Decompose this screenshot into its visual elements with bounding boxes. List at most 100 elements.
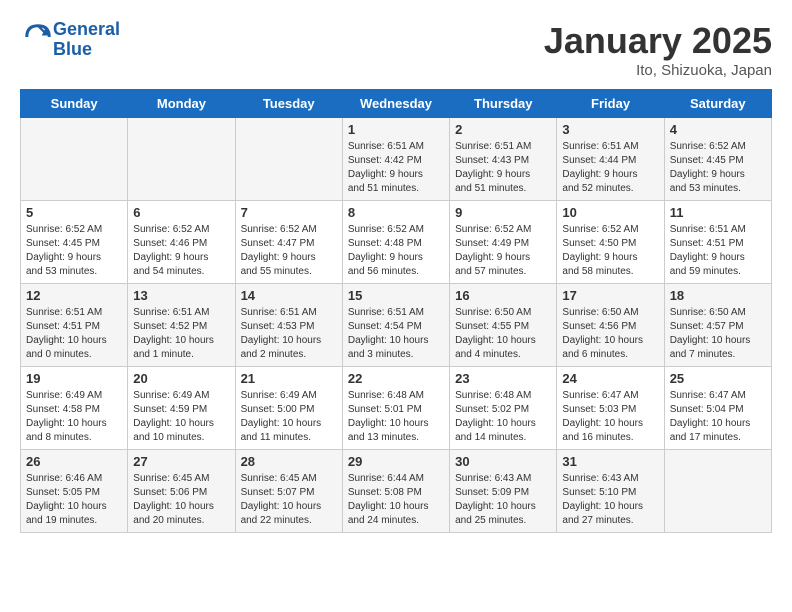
day-info: Sunrise: 6:44 AM Sunset: 5:08 PM Dayligh… bbox=[348, 472, 444, 528]
calendar-day-cell: 30 Sunrise: 6:43 AM Sunset: 5:09 PM Dayli… bbox=[450, 450, 557, 533]
weekday-header: Saturday bbox=[664, 90, 771, 118]
calendar-day-cell bbox=[664, 450, 771, 533]
calendar-week-row: 12 Sunrise: 6:51 AM Sunset: 4:51 PM Dayli… bbox=[21, 284, 772, 367]
weekday-header-row: SundayMondayTuesdayWednesdayThursdayFrid… bbox=[21, 90, 772, 118]
day-number: 4 bbox=[670, 122, 766, 137]
day-info: Sunrise: 6:52 AM Sunset: 4:47 PM Dayligh… bbox=[241, 223, 337, 279]
day-info: Sunrise: 6:45 AM Sunset: 5:07 PM Dayligh… bbox=[241, 472, 337, 528]
day-number: 30 bbox=[455, 454, 551, 469]
calendar-week-row: 5Sunrise: 6:52 AM Sunset: 4:45 PM Daylig… bbox=[21, 201, 772, 284]
day-number: 6 bbox=[133, 205, 229, 220]
calendar-day-cell: 13 Sunrise: 6:51 AM Sunset: 4:52 PM Dayli… bbox=[128, 284, 235, 367]
logo-general: General bbox=[53, 20, 120, 40]
calendar-day-cell: 31 Sunrise: 6:43 AM Sunset: 5:10 PM Dayli… bbox=[557, 450, 664, 533]
day-info: Sunrise: 6:43 AM Sunset: 5:09 PM Dayligh… bbox=[455, 472, 551, 528]
calendar-day-cell: 4 Sunrise: 6:52 AM Sunset: 4:45 PM Daylig… bbox=[664, 118, 771, 201]
day-number: 29 bbox=[348, 454, 444, 469]
day-number: 17 bbox=[562, 288, 658, 303]
calendar-day-cell: 6 Sunrise: 6:52 AM Sunset: 4:46 PM Daylig… bbox=[128, 201, 235, 284]
day-info: Sunrise: 6:51 AM Sunset: 4:54 PM Dayligh… bbox=[348, 306, 444, 362]
day-info: Sunrise: 6:51 AM Sunset: 4:43 PM Dayligh… bbox=[455, 140, 551, 196]
calendar-day-cell: 2 Sunrise: 6:51 AM Sunset: 4:43 PM Daylig… bbox=[450, 118, 557, 201]
day-info: Sunrise: 6:51 AM Sunset: 4:51 PM Dayligh… bbox=[26, 306, 122, 362]
location: Ito, Shizuoka, Japan bbox=[544, 62, 772, 79]
day-info: Sunrise: 6:47 AM Sunset: 5:03 PM Dayligh… bbox=[562, 389, 658, 445]
calendar-day-cell: 28Sunrise: 6:45 AM Sunset: 5:07 PM Dayli… bbox=[235, 450, 342, 533]
day-info: Sunrise: 6:51 AM Sunset: 4:44 PM Dayligh… bbox=[562, 140, 658, 196]
day-number: 12 bbox=[26, 288, 122, 303]
day-info: Sunrise: 6:48 AM Sunset: 5:02 PM Dayligh… bbox=[455, 389, 551, 445]
logo-icon bbox=[23, 22, 53, 52]
day-number: 14 bbox=[241, 288, 337, 303]
day-info: Sunrise: 6:47 AM Sunset: 5:04 PM Dayligh… bbox=[670, 389, 766, 445]
day-info: Sunrise: 6:46 AM Sunset: 5:05 PM Dayligh… bbox=[26, 472, 122, 528]
page-header: General Blue January 2025 Ito, Shizuoka,… bbox=[20, 20, 772, 79]
day-info: Sunrise: 6:51 AM Sunset: 4:53 PM Dayligh… bbox=[241, 306, 337, 362]
calendar-day-cell: 24 Sunrise: 6:47 AM Sunset: 5:03 PM Dayli… bbox=[557, 367, 664, 450]
calendar-day-cell: 9 Sunrise: 6:52 AM Sunset: 4:49 PM Daylig… bbox=[450, 201, 557, 284]
calendar-day-cell: 15 Sunrise: 6:51 AM Sunset: 4:54 PM Dayli… bbox=[342, 284, 449, 367]
day-info: Sunrise: 6:49 AM Sunset: 4:59 PM Dayligh… bbox=[133, 389, 229, 445]
calendar-day-cell: 3 Sunrise: 6:51 AM Sunset: 4:44 PM Daylig… bbox=[557, 118, 664, 201]
weekday-header: Thursday bbox=[450, 90, 557, 118]
calendar-day-cell: 26 Sunrise: 6:46 AM Sunset: 5:05 PM Dayli… bbox=[21, 450, 128, 533]
calendar-day-cell: 25 Sunrise: 6:47 AM Sunset: 5:04 PM Dayli… bbox=[664, 367, 771, 450]
day-info: Sunrise: 6:49 AM Sunset: 5:00 PM Dayligh… bbox=[241, 389, 337, 445]
day-number: 26 bbox=[26, 454, 122, 469]
day-number: 3 bbox=[562, 122, 658, 137]
calendar-day-cell: 18Sunrise: 6:50 AM Sunset: 4:57 PM Dayli… bbox=[664, 284, 771, 367]
logo-blue: Blue bbox=[53, 40, 120, 60]
day-info: Sunrise: 6:50 AM Sunset: 4:57 PM Dayligh… bbox=[670, 306, 766, 362]
day-info: Sunrise: 6:51 AM Sunset: 4:42 PM Dayligh… bbox=[348, 140, 444, 196]
day-number: 25 bbox=[670, 371, 766, 386]
weekday-header: Sunday bbox=[21, 90, 128, 118]
day-info: Sunrise: 6:50 AM Sunset: 4:56 PM Dayligh… bbox=[562, 306, 658, 362]
calendar-week-row: 19 Sunrise: 6:49 AM Sunset: 4:58 PM Dayli… bbox=[21, 367, 772, 450]
calendar-day-cell: 5Sunrise: 6:52 AM Sunset: 4:45 PM Daylig… bbox=[21, 201, 128, 284]
day-info: Sunrise: 6:51 AM Sunset: 4:52 PM Dayligh… bbox=[133, 306, 229, 362]
day-info: Sunrise: 6:52 AM Sunset: 4:45 PM Dayligh… bbox=[26, 223, 122, 279]
calendar-day-cell: 20Sunrise: 6:49 AM Sunset: 4:59 PM Dayli… bbox=[128, 367, 235, 450]
day-number: 23 bbox=[455, 371, 551, 386]
calendar-day-cell: 19 Sunrise: 6:49 AM Sunset: 4:58 PM Dayli… bbox=[21, 367, 128, 450]
day-number: 16 bbox=[455, 288, 551, 303]
weekday-header: Friday bbox=[557, 90, 664, 118]
calendar-day-cell: 16Sunrise: 6:50 AM Sunset: 4:55 PM Dayli… bbox=[450, 284, 557, 367]
day-number: 15 bbox=[348, 288, 444, 303]
day-number: 2 bbox=[455, 122, 551, 137]
calendar-day-cell: 10 Sunrise: 6:52 AM Sunset: 4:50 PM Dayli… bbox=[557, 201, 664, 284]
day-number: 1 bbox=[348, 122, 444, 137]
calendar-week-row: 26 Sunrise: 6:46 AM Sunset: 5:05 PM Dayli… bbox=[21, 450, 772, 533]
day-info: Sunrise: 6:45 AM Sunset: 5:06 PM Dayligh… bbox=[133, 472, 229, 528]
day-info: Sunrise: 6:48 AM Sunset: 5:01 PM Dayligh… bbox=[348, 389, 444, 445]
day-number: 19 bbox=[26, 371, 122, 386]
calendar-day-cell: 1 Sunrise: 6:51 AM Sunset: 4:42 PM Daylig… bbox=[342, 118, 449, 201]
day-number: 31 bbox=[562, 454, 658, 469]
day-number: 24 bbox=[562, 371, 658, 386]
day-number: 11 bbox=[670, 205, 766, 220]
calendar-day-cell bbox=[235, 118, 342, 201]
calendar-table: SundayMondayTuesdayWednesdayThursdayFrid… bbox=[20, 89, 772, 533]
day-info: Sunrise: 6:51 AM Sunset: 4:51 PM Dayligh… bbox=[670, 223, 766, 279]
day-info: Sunrise: 6:49 AM Sunset: 4:58 PM Dayligh… bbox=[26, 389, 122, 445]
calendar-day-cell: 27Sunrise: 6:45 AM Sunset: 5:06 PM Dayli… bbox=[128, 450, 235, 533]
calendar-day-cell: 17 Sunrise: 6:50 AM Sunset: 4:56 PM Dayli… bbox=[557, 284, 664, 367]
day-number: 10 bbox=[562, 205, 658, 220]
weekday-header: Wednesday bbox=[342, 90, 449, 118]
calendar-day-cell: 8Sunrise: 6:52 AM Sunset: 4:48 PM Daylig… bbox=[342, 201, 449, 284]
day-info: Sunrise: 6:52 AM Sunset: 4:49 PM Dayligh… bbox=[455, 223, 551, 279]
day-info: Sunrise: 6:52 AM Sunset: 4:50 PM Dayligh… bbox=[562, 223, 658, 279]
calendar-day-cell bbox=[21, 118, 128, 201]
calendar-day-cell: 22 Sunrise: 6:48 AM Sunset: 5:01 PM Dayli… bbox=[342, 367, 449, 450]
logo: General Blue bbox=[20, 20, 120, 60]
calendar-day-cell: 23 Sunrise: 6:48 AM Sunset: 5:02 PM Dayli… bbox=[450, 367, 557, 450]
day-number: 7 bbox=[241, 205, 337, 220]
day-info: Sunrise: 6:52 AM Sunset: 4:48 PM Dayligh… bbox=[348, 223, 444, 279]
day-number: 13 bbox=[133, 288, 229, 303]
day-info: Sunrise: 6:52 AM Sunset: 4:46 PM Dayligh… bbox=[133, 223, 229, 279]
day-info: Sunrise: 6:43 AM Sunset: 5:10 PM Dayligh… bbox=[562, 472, 658, 528]
day-number: 9 bbox=[455, 205, 551, 220]
calendar-day-cell: 7 Sunrise: 6:52 AM Sunset: 4:47 PM Daylig… bbox=[235, 201, 342, 284]
day-info: Sunrise: 6:52 AM Sunset: 4:45 PM Dayligh… bbox=[670, 140, 766, 196]
day-number: 22 bbox=[348, 371, 444, 386]
